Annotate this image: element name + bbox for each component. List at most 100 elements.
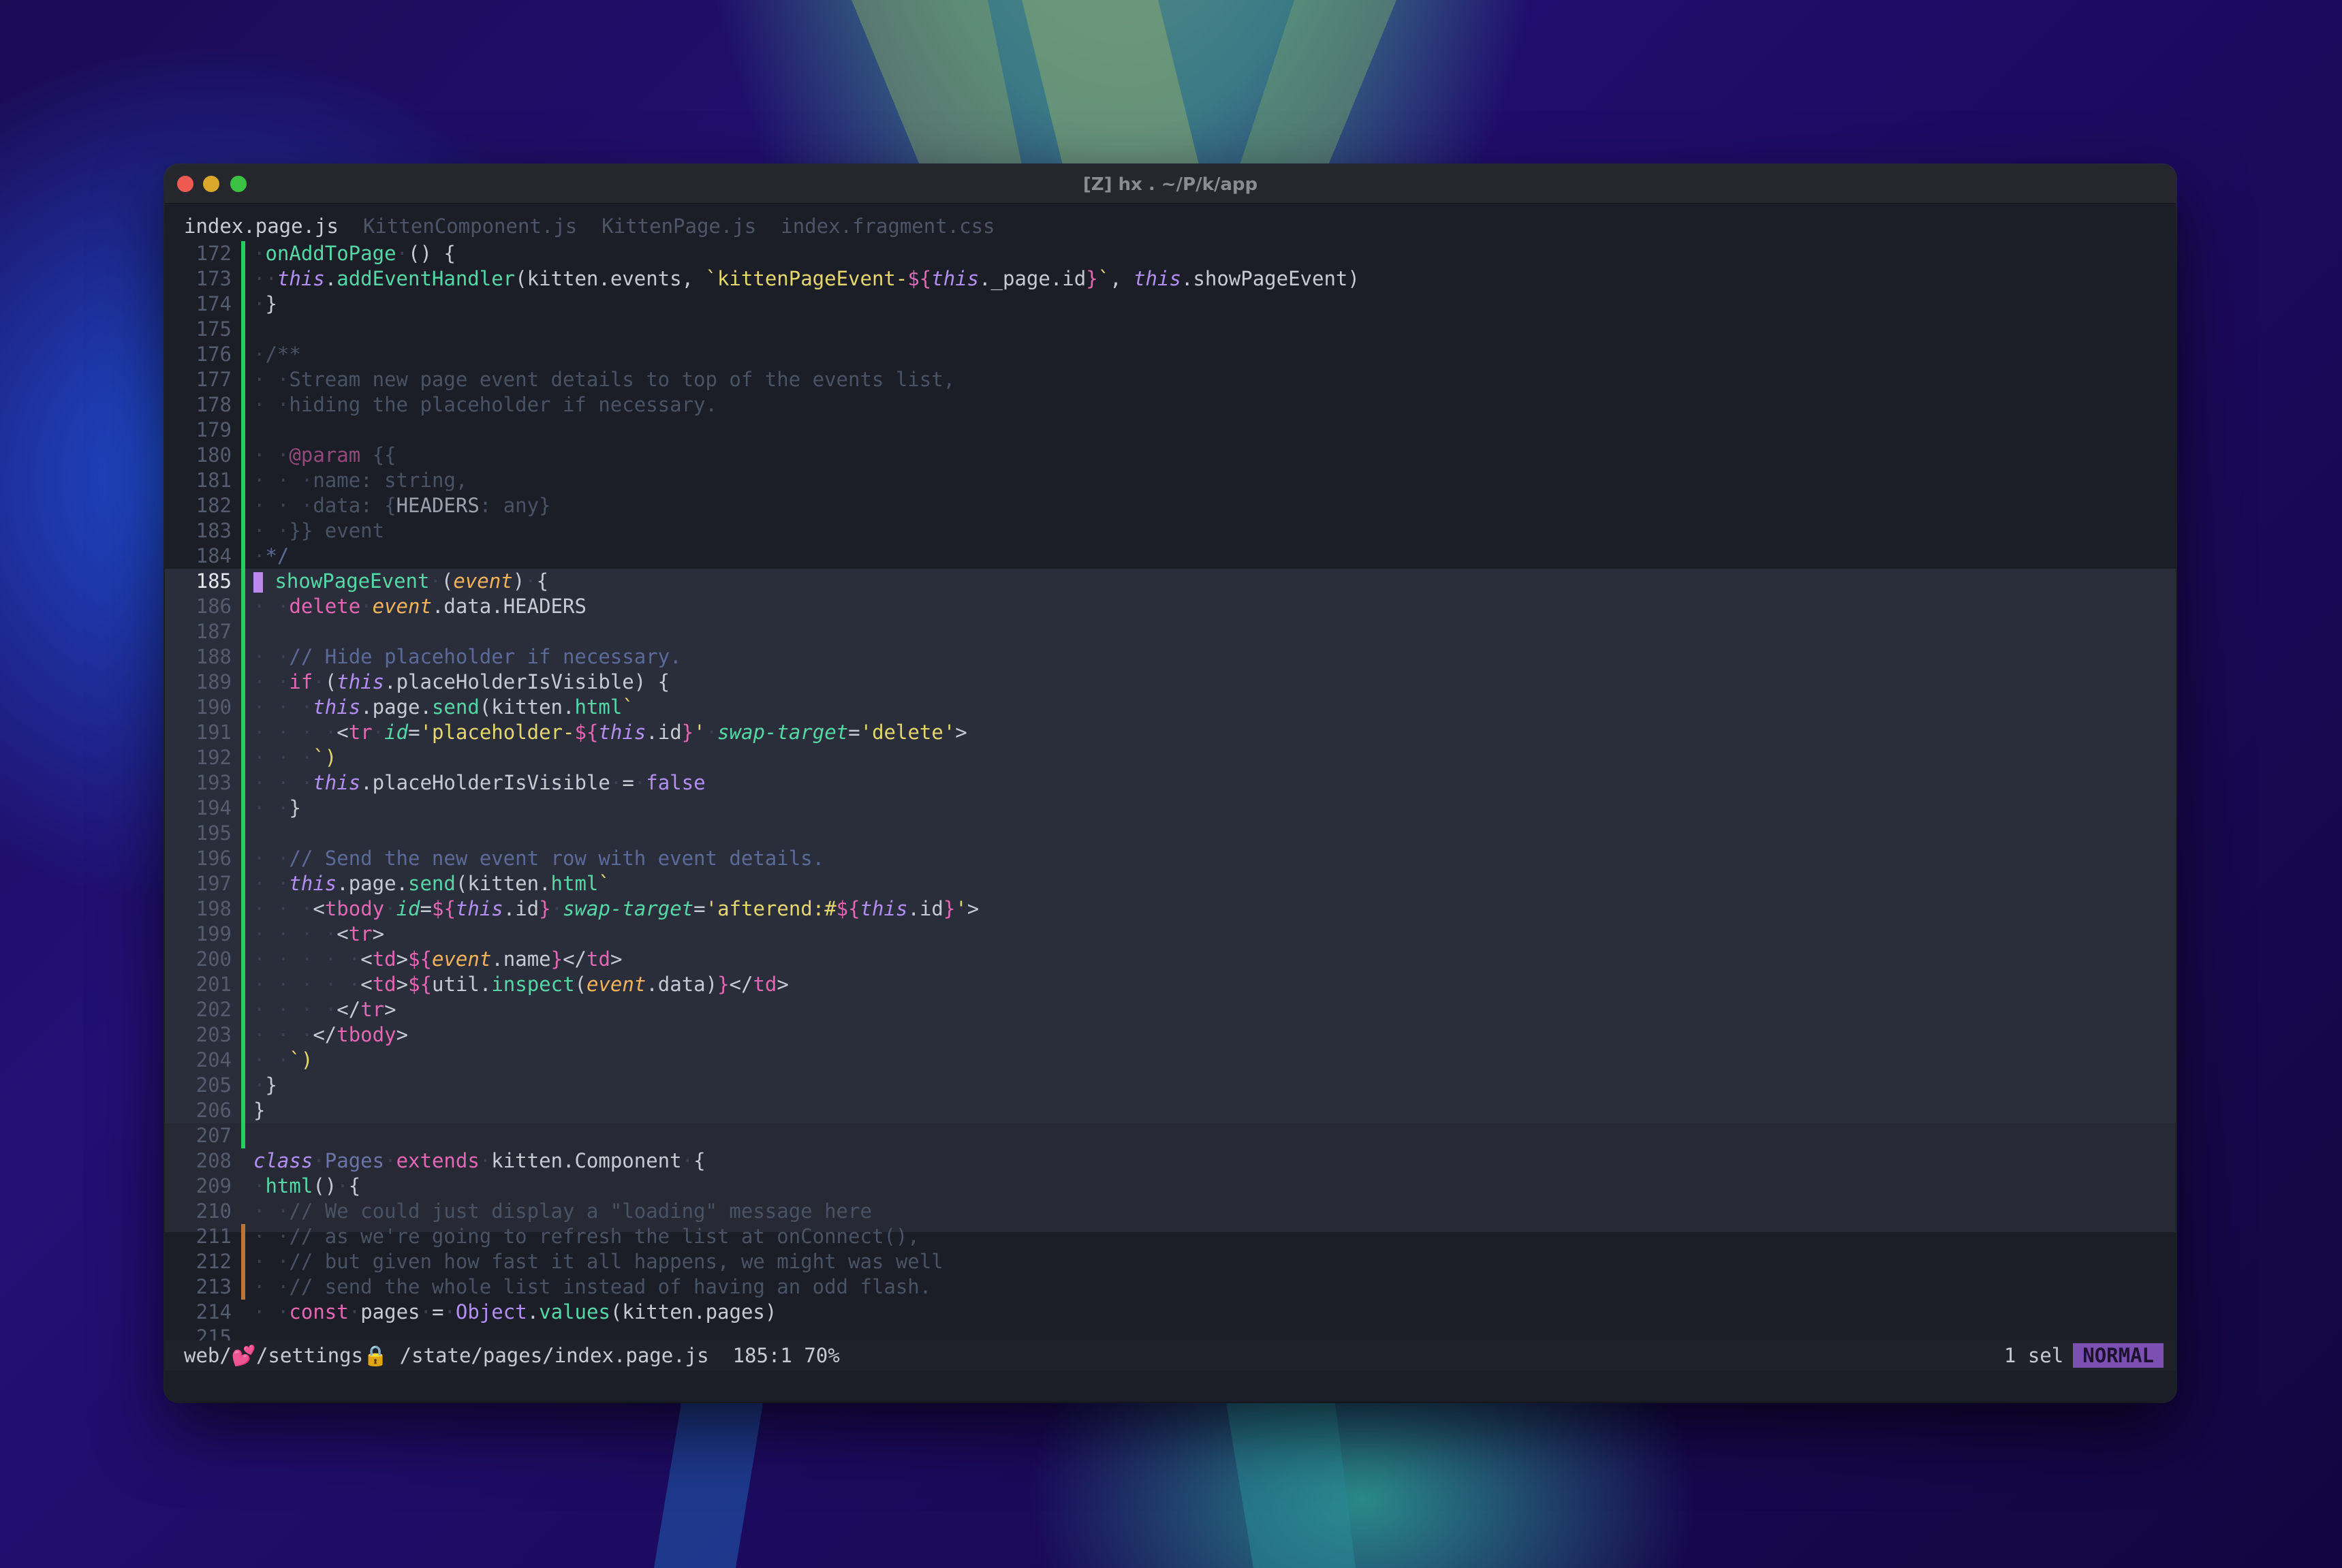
line-number: 205 [196, 1073, 232, 1097]
line-number: 202 [196, 998, 232, 1021]
line-number: 178 [196, 393, 232, 416]
code-line: 203 · · ·</tbody> [165, 1022, 2176, 1048]
code-line: 193 · · ·this.placeHolderIsVisible·=·fals… [165, 770, 2176, 796]
code-line: 201 · · · · ·<td>${util.inspect(event.dat… [165, 972, 2176, 997]
line-number: 179 [196, 418, 232, 441]
code-line: 208 class·Pages·extends·kitten.Component·… [165, 1148, 2176, 1174]
text-cursor [253, 572, 263, 593]
line-number: 196 [196, 847, 232, 870]
line-number: 184 [196, 544, 232, 567]
code-line: 209 ·html()·{ [165, 1174, 2176, 1199]
line-number: 195 [196, 821, 232, 845]
code-line: 202 · · · ·</tr> [165, 997, 2176, 1022]
buffer-tabs: index.page.js KittenComponent.js KittenP… [165, 204, 2176, 242]
code-line: 206} [165, 1098, 2176, 1123]
scroll-percent: 70% [804, 1344, 840, 1367]
line-number: 192 [196, 746, 232, 769]
code-line: 182 · · ·data: {HEADERS: any} [165, 493, 2176, 518]
line-number: 173 [196, 267, 232, 290]
line-number: 181 [196, 469, 232, 492]
line-number: 191 [196, 721, 232, 744]
code-line: 210 · ·// We could just display a "loadin… [165, 1199, 2176, 1224]
code-line: 180 · ·@param {{ [165, 443, 2176, 468]
line-number: 190 [196, 695, 232, 719]
line-number: 206 [196, 1099, 232, 1122]
code-editor[interactable]: 172 ·onAddToPage·() { 173 ··this.addEventH… [165, 241, 2176, 1350]
line-number: 198 [196, 897, 232, 920]
line-number: 185 [196, 569, 232, 593]
code-line: 183 · ·}} event [165, 518, 2176, 544]
code-line: 211 · ·// as we're going to refresh the l… [165, 1224, 2176, 1249]
line-number: 189 [196, 670, 232, 693]
code-line: 174 ·} [165, 292, 2176, 317]
line-number: 209 [196, 1174, 232, 1197]
code-line: 212 · ·// but given how fast it all happe… [165, 1249, 2176, 1274]
code-line: 197 · ·this.page.send(kitten.html` [165, 871, 2176, 896]
command-line[interactable] [165, 1370, 2176, 1402]
tab-index-fragment-css[interactable]: index.fragment.css [781, 215, 995, 242]
line-number: 208 [196, 1149, 232, 1172]
terminal-window: [Z] hx . ~/P/k/app index.page.js KittenC… [165, 165, 2176, 1402]
line-number: 172 [196, 242, 232, 265]
code-line: 184 ·*/ [165, 544, 2176, 569]
line-number: 187 [196, 620, 232, 643]
line-number: 174 [196, 292, 232, 315]
code-line-current: 185 showPageEvent·(event)·{ [165, 569, 2176, 594]
line-number: 211 [196, 1225, 232, 1248]
code-line: 173 ··this.addEventHandler(kitten.events,… [165, 266, 2176, 292]
line-number: 201 [196, 973, 232, 996]
code-line: 178 · ·hiding the placeholder if necessar… [165, 392, 2176, 418]
line-number: 186 [196, 595, 232, 618]
code-line: 194 · ·} [165, 796, 2176, 821]
selection-count: 1 sel [2003, 1344, 2064, 1367]
line-number: 176 [196, 343, 232, 366]
code-line: 213 · ·// send the whole list instead of … [165, 1274, 2176, 1300]
code-line: 181 · · ·name: string, [165, 468, 2176, 493]
code-line: 186 · ·delete·event.data.HEADERS [165, 594, 2176, 619]
line-number: 175 [196, 317, 232, 341]
tab-kitten-component-js[interactable]: KittenComponent.js [363, 215, 577, 242]
code-line: 190 · · ·this.page.send(kitten.html` [165, 695, 2176, 720]
line-number: 194 [196, 796, 232, 819]
code-line: 214 · ·const·pages·=·Object.values(kitten… [165, 1300, 2176, 1325]
code-line: 176 ·/** [165, 342, 2176, 367]
line-number: 210 [196, 1199, 232, 1223]
line-number: 188 [196, 645, 232, 668]
window-title: [Z] hx . ~/P/k/app [1082, 174, 1258, 195]
code-line: 198 · · ·<tbody·id=${this.id}·swap-target… [165, 896, 2176, 922]
code-line: 192 · · ·`) [165, 745, 2176, 770]
line-number: 199 [196, 922, 232, 945]
tab-kitten-page-js[interactable]: KittenPage.js [602, 215, 756, 242]
code-line: 187 [165, 619, 2176, 644]
cursor-position: 185:1 [732, 1344, 792, 1367]
file-path: web/💕/settings🔒 /state/pages/index.page.… [184, 1344, 709, 1367]
line-number: 204 [196, 1048, 232, 1071]
status-line: web/💕/settings🔒 /state/pages/index.page.… [165, 1340, 2176, 1370]
code-line: 188 · ·// Hide placeholder if necessary. [165, 644, 2176, 670]
line-number: 197 [196, 872, 232, 895]
line-number: 180 [196, 443, 232, 467]
line-number: 193 [196, 771, 232, 794]
line-number: 182 [196, 494, 232, 517]
line-number: 207 [196, 1124, 232, 1147]
code-line: 196 · ·// Send the new event row with eve… [165, 846, 2176, 871]
code-line: 189 · ·if·(this.placeHolderIsVisible) { [165, 670, 2176, 695]
line-number: 177 [196, 368, 232, 391]
code-line: 191 · · · ·<tr·id='placeholder-${this.id}… [165, 720, 2176, 745]
code-line: 177 · ·Stream new page event details to t… [165, 367, 2176, 392]
line-number: 212 [196, 1250, 232, 1273]
tab-index-page-js[interactable]: index.page.js [184, 215, 339, 242]
line-number: 214 [196, 1300, 232, 1323]
line-number: 213 [196, 1275, 232, 1298]
code-line: 200 · · · · ·<td>${event.name}</td> [165, 947, 2176, 972]
code-line: 172 ·onAddToPage·() { [165, 241, 2176, 266]
line-number: 200 [196, 947, 232, 971]
code-line: 175 [165, 317, 2176, 342]
code-line: 199 · · · ·<tr> [165, 922, 2176, 947]
code-line: 204 · ·`) [165, 1048, 2176, 1073]
title-bar: [Z] hx . ~/P/k/app [165, 165, 2176, 204]
code-line: 205 ·} [165, 1073, 2176, 1098]
code-line: 207 [165, 1123, 2176, 1148]
mode-indicator: NORMAL [2073, 1343, 2164, 1368]
line-number: 203 [196, 1023, 232, 1046]
